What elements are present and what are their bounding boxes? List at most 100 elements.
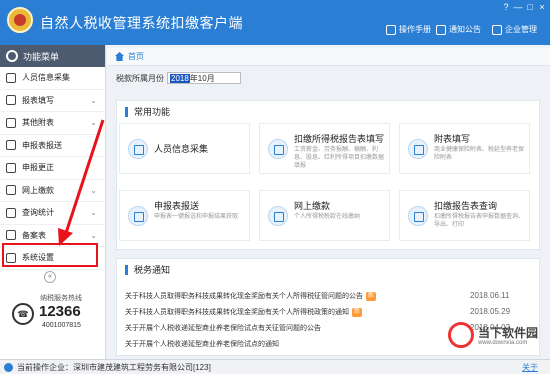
- watermark: 当下软件园 www.downxia.com: [448, 320, 548, 356]
- building-icon: [492, 24, 502, 35]
- watermark-logo-icon: [448, 322, 474, 348]
- document-icon: [6, 117, 16, 128]
- sidebar-item-4[interactable]: 申报表报送: [0, 135, 105, 157]
- enterprise-label: 企业管理: [505, 25, 537, 34]
- function-tile-6[interactable]: 扣缴报告表查询扣缴所得税报告表申报数据查询、导出、打印: [399, 190, 530, 241]
- notice-label: 通知公告: [449, 25, 481, 34]
- function-tile-desc: 扣缴所得税报告表申报数据查询、导出、打印: [434, 214, 525, 228]
- status-bar: 当前操作企业：深圳市建茂建筑工程劳务有限公司[123] 关于: [0, 359, 550, 374]
- notice-button[interactable]: 通知公告: [436, 24, 481, 35]
- sidebar-item-label: 网上缴款: [22, 185, 54, 195]
- hotline-number: 12366: [39, 303, 81, 320]
- sidebar-item-label: 备案表: [22, 230, 46, 240]
- sidebar: 功能菜单 人员信息采集 报表填写 ⌄ 其他附表 ⌄ 申报表报送 申报更正 网上缴款 ⌄ 查询统计 ⌄…: [0, 45, 106, 359]
- sidebar-header-label: 功能菜单: [23, 51, 60, 62]
- function-tile-desc: 商业健康保险附表、税延型养老保险附表: [434, 147, 525, 161]
- cart-icon: [6, 185, 16, 196]
- correction-icon: [6, 162, 16, 173]
- period-label: 税款所属月份: [116, 73, 164, 83]
- manual-button[interactable]: 操作手册: [386, 24, 431, 35]
- hotline-number-secondary: 4001007815: [42, 322, 81, 329]
- function-tile-desc: 申报表一键报送和申报结果获取: [154, 214, 239, 220]
- send-icon: [6, 140, 16, 151]
- notice-text: 关于科技人员取得职务科技成果转化现金奖励有关个人所得税征管问题的公告: [125, 293, 363, 300]
- current-company: 当前操作企业：深圳市建茂建筑工程劳务有限公司[123]: [17, 362, 211, 372]
- common-functions-title: 常用功能: [125, 107, 170, 117]
- function-tile-icon: [408, 206, 428, 226]
- notice-item[interactable]: 关于开展个人税收递延型商业养老保险试点的通知: [125, 338, 279, 350]
- phone-icon: ☎: [12, 303, 34, 325]
- sidebar-menu: 人员信息采集 报表填写 ⌄ 其他附表 ⌄ 申报表报送 申报更正 网上缴款 ⌄ 查询统计 ⌄ 备案表 ⌄ 系…: [0, 67, 105, 270]
- notice-text: 关于科技人员取得职务科技成果转化现金奖励有关个人所得税政策的通知: [125, 309, 349, 316]
- tab-home[interactable]: 首页: [128, 51, 144, 62]
- period-selector: 税款所属月份 2018 年10月: [116, 72, 241, 84]
- sidebar-item-3[interactable]: 其他附表 ⌄: [0, 112, 105, 135]
- enterprise-button[interactable]: 企业管理: [492, 24, 537, 35]
- notice-item[interactable]: 关于开展个人税收递延型商业养老保险试点有关征管问题的公告: [125, 322, 321, 334]
- function-tile-icon: [128, 206, 148, 226]
- minimize-icon[interactable]: —: [512, 2, 524, 12]
- period-input[interactable]: 2018 年10月: [167, 72, 241, 84]
- search-icon: [6, 207, 16, 218]
- sidebar-item-label: 申报更正: [22, 163, 54, 173]
- watermark-url: www.downxia.com: [478, 340, 528, 346]
- period-month: 年10月: [189, 73, 215, 83]
- tab-bar: 首页: [107, 48, 550, 66]
- sidebar-item-label: 报表填写: [22, 95, 54, 105]
- sidebar-item-6[interactable]: 网上缴款 ⌄: [0, 180, 105, 202]
- new-badge: 新: [352, 307, 363, 317]
- chevron-down-icon: ⌄: [90, 230, 97, 240]
- about-link[interactable]: 关于: [522, 362, 538, 373]
- sidebar-item-label: 人员信息采集: [22, 73, 70, 83]
- function-tile-3[interactable]: 附表填写 商业健康保险附表、税延型养老保险附表: [399, 123, 530, 174]
- help-window-icon[interactable]: ?: [500, 2, 512, 12]
- function-tile-5[interactable]: 网上缴款个人所得税税款在线缴纳: [259, 190, 390, 241]
- sidebar-item-label: 其他附表: [22, 118, 54, 128]
- chevron-down-icon: ⌄: [90, 208, 97, 217]
- function-tile-2[interactable]: 扣缴所得税报告表填写工资薪金、劳务报酬、稿酬、利息、股息、红利所得项目扣缴数据填…: [259, 123, 390, 174]
- sidebar-item-1[interactable]: 人员信息采集: [0, 67, 105, 90]
- hotline-panel: ☎ 纳税服务热线 12366 4001007815: [12, 293, 102, 353]
- person-icon: [6, 72, 16, 83]
- close-icon[interactable]: ×: [536, 2, 548, 12]
- function-tile-icon: [408, 139, 428, 159]
- function-tile-desc: 工资薪金、劳务报酬、稿酬、利息、股息、红利所得项目扣缴数据填报: [294, 147, 385, 169]
- bell-icon: [436, 24, 446, 35]
- home-icon: [115, 52, 124, 61]
- function-tile-title: 扣缴报告表查询: [434, 201, 498, 211]
- sidebar-item-7[interactable]: 查询统计 ⌄: [0, 202, 105, 225]
- tax-emblem-logo: [7, 7, 33, 33]
- new-badge: 新: [366, 291, 377, 301]
- sidebar-item-label: 查询统计: [22, 208, 54, 218]
- chevron-down-icon: ⌄: [90, 95, 97, 105]
- function-tile-4[interactable]: 申报表报送申报表一键报送和申报结果获取: [119, 190, 250, 241]
- settings-circle-icon: [6, 50, 18, 62]
- sidebar-item-label: 申报表报送: [22, 140, 62, 150]
- maximize-icon[interactable]: □: [524, 2, 536, 12]
- notice-date: 2018.06.11: [470, 291, 510, 300]
- sidebar-item-5[interactable]: 申报更正: [0, 157, 105, 180]
- notice-text: 关于开展个人税收递延型商业养老保险试点的通知: [125, 341, 279, 348]
- notice-date: 2018.05.29: [470, 307, 511, 316]
- function-tile-desc: 个人所得税税款在线缴纳: [294, 214, 361, 220]
- function-tile-title: 人员信息采集: [154, 144, 209, 154]
- function-tile-1[interactable]: 人员信息采集: [119, 123, 250, 174]
- function-tile-icon: [268, 139, 288, 159]
- company-icon: [4, 362, 13, 372]
- function-tile-icon: [128, 139, 148, 159]
- period-year: 2018: [170, 73, 190, 83]
- function-tile-title: 申报表报送: [154, 201, 200, 211]
- notice-item[interactable]: 关于科技人员取得职务科技成果转化现金奖励有关个人所得税政策的通知新: [125, 306, 363, 318]
- collapse-sidebar-button[interactable]: «: [44, 271, 56, 283]
- notice-text: 关于开展个人税收递延型商业养老保险试点有关征管问题的公告: [125, 325, 321, 332]
- function-tile-title: 网上缴款: [294, 201, 331, 211]
- chevron-down-icon: ⌄: [90, 185, 97, 195]
- notice-item[interactable]: 关于科技人员取得职务科技成果转化现金奖励有关个人所得税征管问题的公告新: [125, 290, 377, 302]
- sidebar-item-2[interactable]: 报表填写 ⌄: [0, 90, 105, 112]
- function-tile-title: 扣缴所得税报告表填写: [294, 134, 385, 144]
- file-icon: [6, 230, 16, 241]
- app-title: 自然人税收管理系统扣缴客户端: [40, 15, 243, 31]
- hotline-label: 纳税服务热线: [40, 295, 82, 302]
- manual-label: 操作手册: [399, 25, 431, 34]
- book-icon: [386, 24, 396, 35]
